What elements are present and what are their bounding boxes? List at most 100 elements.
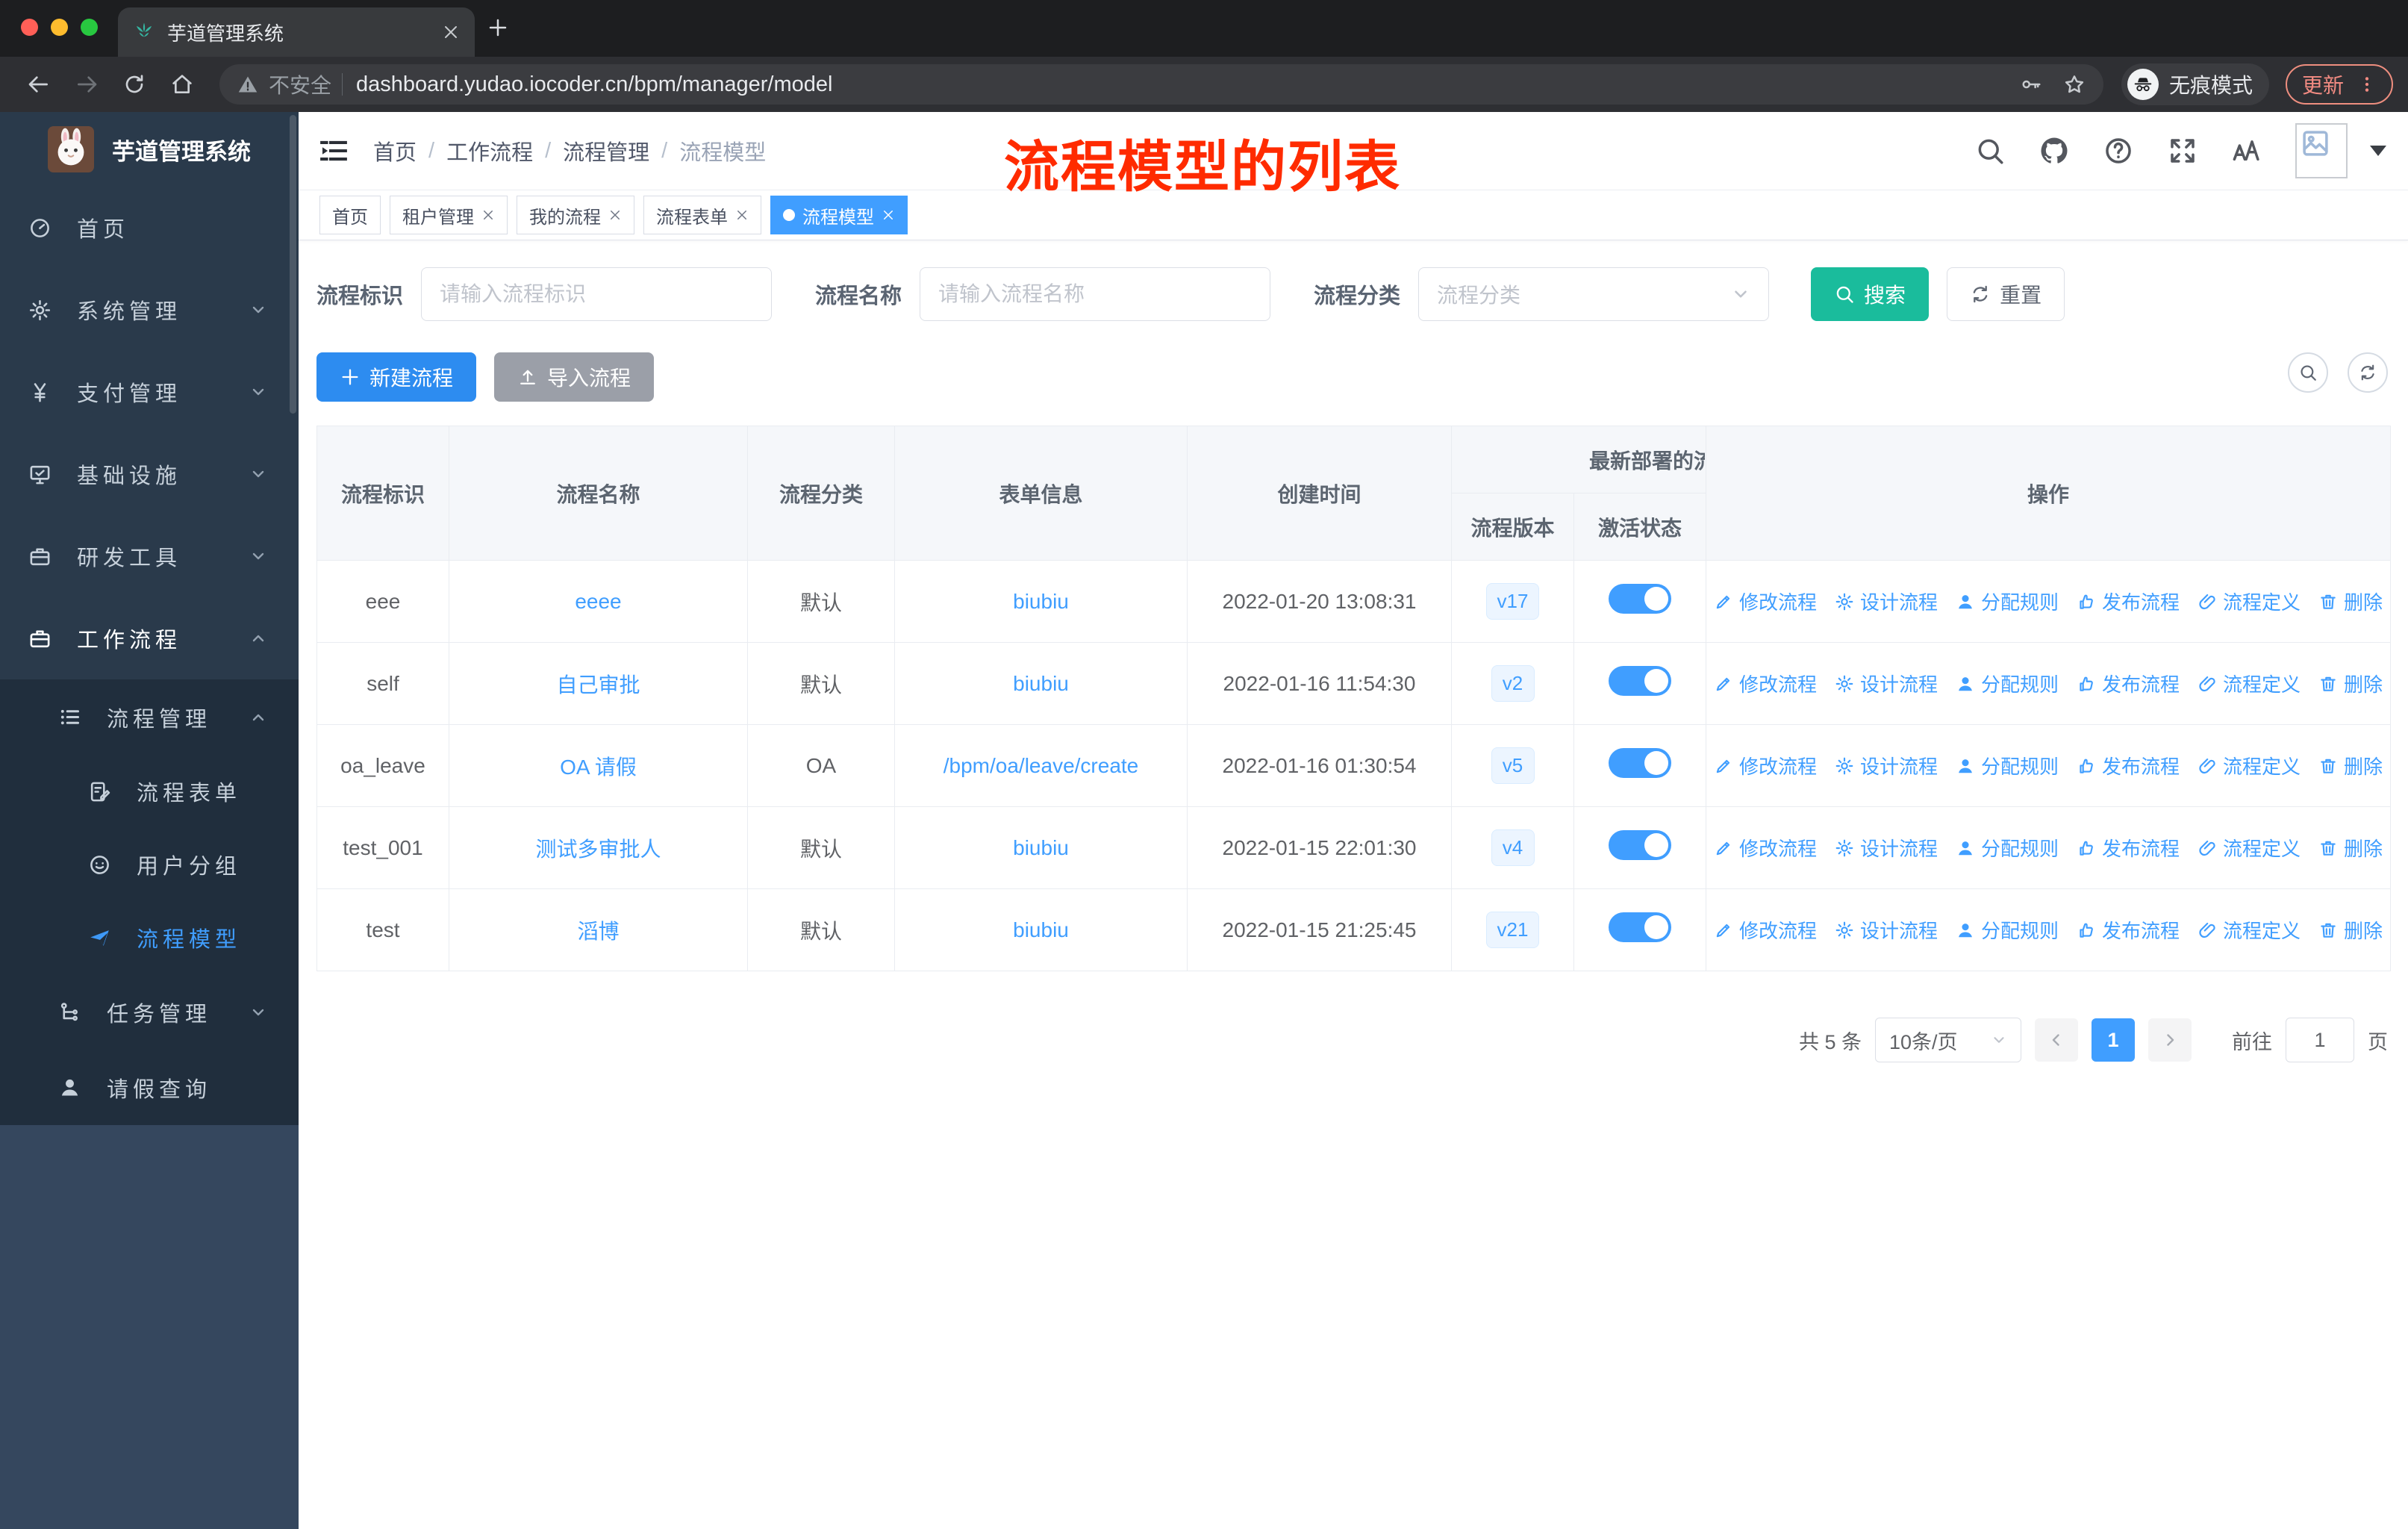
process-name-link[interactable]: eeee bbox=[575, 590, 621, 613]
back-button[interactable] bbox=[27, 72, 51, 96]
op-assign-link[interactable]: 分配规则 bbox=[1956, 670, 2059, 697]
process-name-link[interactable]: 滔博 bbox=[577, 920, 619, 943]
breadcrumb-item[interactable]: 流程模型 bbox=[679, 135, 766, 166]
browser-tab[interactable]: 芋道管理系统 bbox=[118, 7, 475, 57]
breadcrumb-item[interactable]: 流程管理 bbox=[563, 135, 649, 166]
tag-item[interactable]: 首页 bbox=[319, 196, 381, 234]
sidebar-item-1[interactable]: 系统管理 bbox=[0, 269, 299, 351]
op-design-link[interactable]: 设计流程 bbox=[1835, 752, 1938, 779]
close-window-button[interactable] bbox=[21, 19, 38, 36]
op-definition-link[interactable]: 流程定义 bbox=[2198, 752, 2301, 779]
sidebar-item-10[interactable]: 任务管理 bbox=[0, 974, 299, 1050]
sidebar-item-0[interactable]: 首页 bbox=[0, 187, 299, 269]
sidebar-item-11[interactable]: 请假查询 bbox=[0, 1050, 299, 1125]
op-definition-link[interactable]: 流程定义 bbox=[2198, 588, 2301, 615]
op-edit-link[interactable]: 修改流程 bbox=[1714, 834, 1817, 862]
op-publish-link[interactable]: 发布流程 bbox=[2077, 752, 2180, 779]
op-assign-link[interactable]: 分配规则 bbox=[1956, 916, 2059, 944]
tag-close-icon[interactable] bbox=[735, 208, 749, 222]
avatar-caret-icon[interactable] bbox=[2370, 146, 2386, 156]
toggle-search-button[interactable] bbox=[2288, 352, 2328, 393]
sidebar-item-2[interactable]: 支付管理 bbox=[0, 351, 299, 433]
zoom-window-button[interactable] bbox=[81, 19, 98, 36]
search-button[interactable]: 搜索 bbox=[1811, 267, 1930, 321]
sidebar-scrollbar[interactable] bbox=[290, 115, 296, 414]
op-assign-link[interactable]: 分配规则 bbox=[1956, 588, 2059, 615]
filter-category-select[interactable]: 流程分类 bbox=[1418, 267, 1770, 321]
current-page-button[interactable]: 1 bbox=[2092, 1018, 2135, 1062]
tag-close-icon[interactable] bbox=[882, 208, 895, 222]
security-label[interactable]: 不安全 bbox=[269, 69, 331, 99]
tag-item[interactable]: 流程模型 bbox=[770, 196, 908, 234]
form-info-link[interactable]: biubiu bbox=[1013, 590, 1069, 613]
op-edit-link[interactable]: 修改流程 bbox=[1714, 752, 1817, 779]
tag-item[interactable]: 租户管理 bbox=[390, 196, 508, 234]
form-info-link[interactable]: biubiu bbox=[1013, 918, 1069, 941]
op-delete-link[interactable]: 删除 bbox=[2318, 752, 2383, 779]
forward-button[interactable] bbox=[75, 72, 99, 96]
op-edit-link[interactable]: 修改流程 bbox=[1714, 916, 1817, 944]
help-icon[interactable] bbox=[2103, 135, 2134, 166]
op-delete-link[interactable]: 删除 bbox=[2318, 670, 2383, 697]
minimize-window-button[interactable] bbox=[51, 19, 68, 36]
fullscreen-icon[interactable] bbox=[2167, 135, 2198, 166]
form-info-link[interactable]: /bpm/oa/leave/create bbox=[943, 754, 1139, 777]
op-publish-link[interactable]: 发布流程 bbox=[2077, 916, 2180, 944]
sidebar-collapse-icon[interactable] bbox=[319, 137, 348, 165]
breadcrumb-item[interactable]: 工作流程 bbox=[446, 135, 533, 166]
goto-page-input[interactable] bbox=[2286, 1018, 2354, 1062]
sidebar-item-8[interactable]: 用户分组 bbox=[0, 828, 299, 901]
filter-name-input[interactable] bbox=[920, 267, 1271, 321]
op-definition-link[interactable]: 流程定义 bbox=[2198, 670, 2301, 697]
sidebar-item-5[interactable]: 工作流程 bbox=[0, 597, 299, 679]
op-design-link[interactable]: 设计流程 bbox=[1835, 670, 1938, 697]
active-toggle[interactable] bbox=[1609, 666, 1671, 696]
active-toggle[interactable] bbox=[1609, 584, 1671, 614]
filter-id-input[interactable] bbox=[421, 267, 773, 321]
op-publish-link[interactable]: 发布流程 bbox=[2077, 670, 2180, 697]
github-icon[interactable] bbox=[2039, 135, 2070, 166]
url-text[interactable]: dashboard.yudao.iocoder.cn/bpm/manager/m… bbox=[356, 72, 1999, 97]
sidebar-item-7[interactable]: 流程表单 bbox=[0, 755, 299, 828]
op-assign-link[interactable]: 分配规则 bbox=[1956, 752, 2059, 779]
op-delete-link[interactable]: 删除 bbox=[2318, 834, 2383, 862]
prev-page-button[interactable] bbox=[2035, 1018, 2078, 1062]
tag-item[interactable]: 我的流程 bbox=[517, 196, 634, 234]
browser-menu-icon[interactable] bbox=[2357, 75, 2377, 94]
active-toggle[interactable] bbox=[1609, 830, 1671, 860]
op-design-link[interactable]: 设计流程 bbox=[1835, 834, 1938, 862]
breadcrumb-item[interactable]: 首页 bbox=[373, 135, 417, 166]
op-publish-link[interactable]: 发布流程 bbox=[2077, 834, 2180, 862]
address-bar[interactable]: 不安全 dashboard.yudao.iocoder.cn/bpm/manag… bbox=[219, 64, 2103, 105]
op-assign-link[interactable]: 分配规则 bbox=[1956, 834, 2059, 862]
font-size-icon[interactable] bbox=[2231, 135, 2262, 166]
sidebar-item-4[interactable]: 研发工具 bbox=[0, 515, 299, 597]
form-info-link[interactable]: biubiu bbox=[1013, 672, 1069, 695]
import-process-button[interactable]: 导入流程 bbox=[494, 352, 655, 402]
sidebar-item-6[interactable]: 流程管理 bbox=[0, 679, 299, 755]
update-chip[interactable]: 更新 bbox=[2285, 64, 2393, 105]
home-button[interactable] bbox=[170, 72, 194, 96]
op-definition-link[interactable]: 流程定义 bbox=[2198, 916, 2301, 944]
op-design-link[interactable]: 设计流程 bbox=[1835, 916, 1938, 944]
process-name-link[interactable]: 测试多审批人 bbox=[535, 838, 661, 861]
sidebar-item-3[interactable]: 基础设施 bbox=[0, 433, 299, 515]
header-search-icon[interactable] bbox=[1974, 135, 2006, 166]
tab-close-icon[interactable] bbox=[442, 23, 460, 41]
page-size-select[interactable]: 10条/页 bbox=[1875, 1018, 2021, 1062]
reset-button[interactable]: 重置 bbox=[1947, 267, 2065, 321]
op-publish-link[interactable]: 发布流程 bbox=[2077, 588, 2180, 615]
op-edit-link[interactable]: 修改流程 bbox=[1714, 588, 1817, 615]
next-page-button[interactable] bbox=[2148, 1018, 2192, 1062]
reload-button[interactable] bbox=[122, 72, 146, 96]
op-delete-link[interactable]: 删除 bbox=[2318, 916, 2383, 944]
sidebar-item-9[interactable]: 流程模型 bbox=[0, 901, 299, 974]
tag-close-icon[interactable] bbox=[481, 208, 495, 222]
avatar[interactable] bbox=[2295, 123, 2348, 178]
refresh-table-button[interactable] bbox=[2348, 352, 2388, 393]
form-info-link[interactable]: biubiu bbox=[1013, 836, 1069, 859]
new-tab-button[interactable] bbox=[487, 16, 509, 39]
process-name-link[interactable]: 自己审批 bbox=[556, 673, 640, 697]
op-design-link[interactable]: 设计流程 bbox=[1835, 588, 1938, 615]
update-label[interactable]: 更新 bbox=[2302, 69, 2344, 99]
